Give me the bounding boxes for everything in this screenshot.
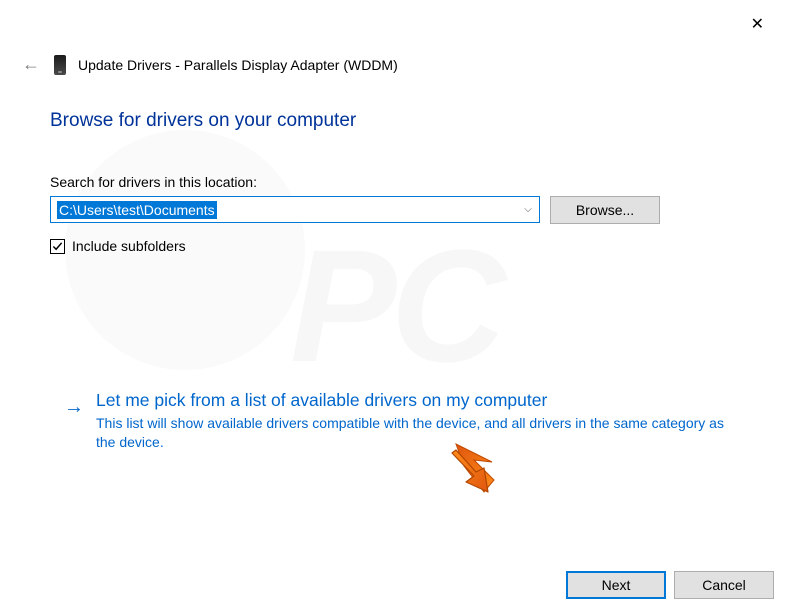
pick-from-list-option[interactable]: → Let me pick from a list of available d…	[60, 386, 742, 456]
include-subfolders-checkbox[interactable]	[50, 239, 65, 254]
checkmark-icon	[52, 241, 63, 252]
cancel-button[interactable]: Cancel	[674, 571, 774, 599]
wizard-heading: Browse for drivers on your computer	[50, 110, 758, 132]
next-button[interactable]: Next	[566, 571, 666, 599]
pick-option-title: Let me pick from a list of available dri…	[96, 390, 738, 411]
pick-option-description: This list will show available drivers co…	[96, 414, 738, 452]
search-path-label: Search for drivers in this location:	[50, 174, 758, 190]
close-icon[interactable]: ✕	[747, 10, 768, 38]
browse-button[interactable]: Browse...	[550, 196, 660, 224]
page-title: Update Drivers - Parallels Display Adapt…	[78, 57, 398, 73]
include-subfolders-label: Include subfolders	[72, 238, 186, 254]
device-icon	[54, 55, 66, 75]
path-value: C:\Users\test\Documents	[57, 201, 217, 219]
back-arrow-icon[interactable]: ←	[20, 52, 42, 77]
arrow-right-icon: →	[64, 396, 84, 452]
chevron-down-icon[interactable]: ⌵	[517, 197, 539, 222]
path-combobox[interactable]: C:\Users\test\Documents ⌵	[50, 196, 540, 223]
